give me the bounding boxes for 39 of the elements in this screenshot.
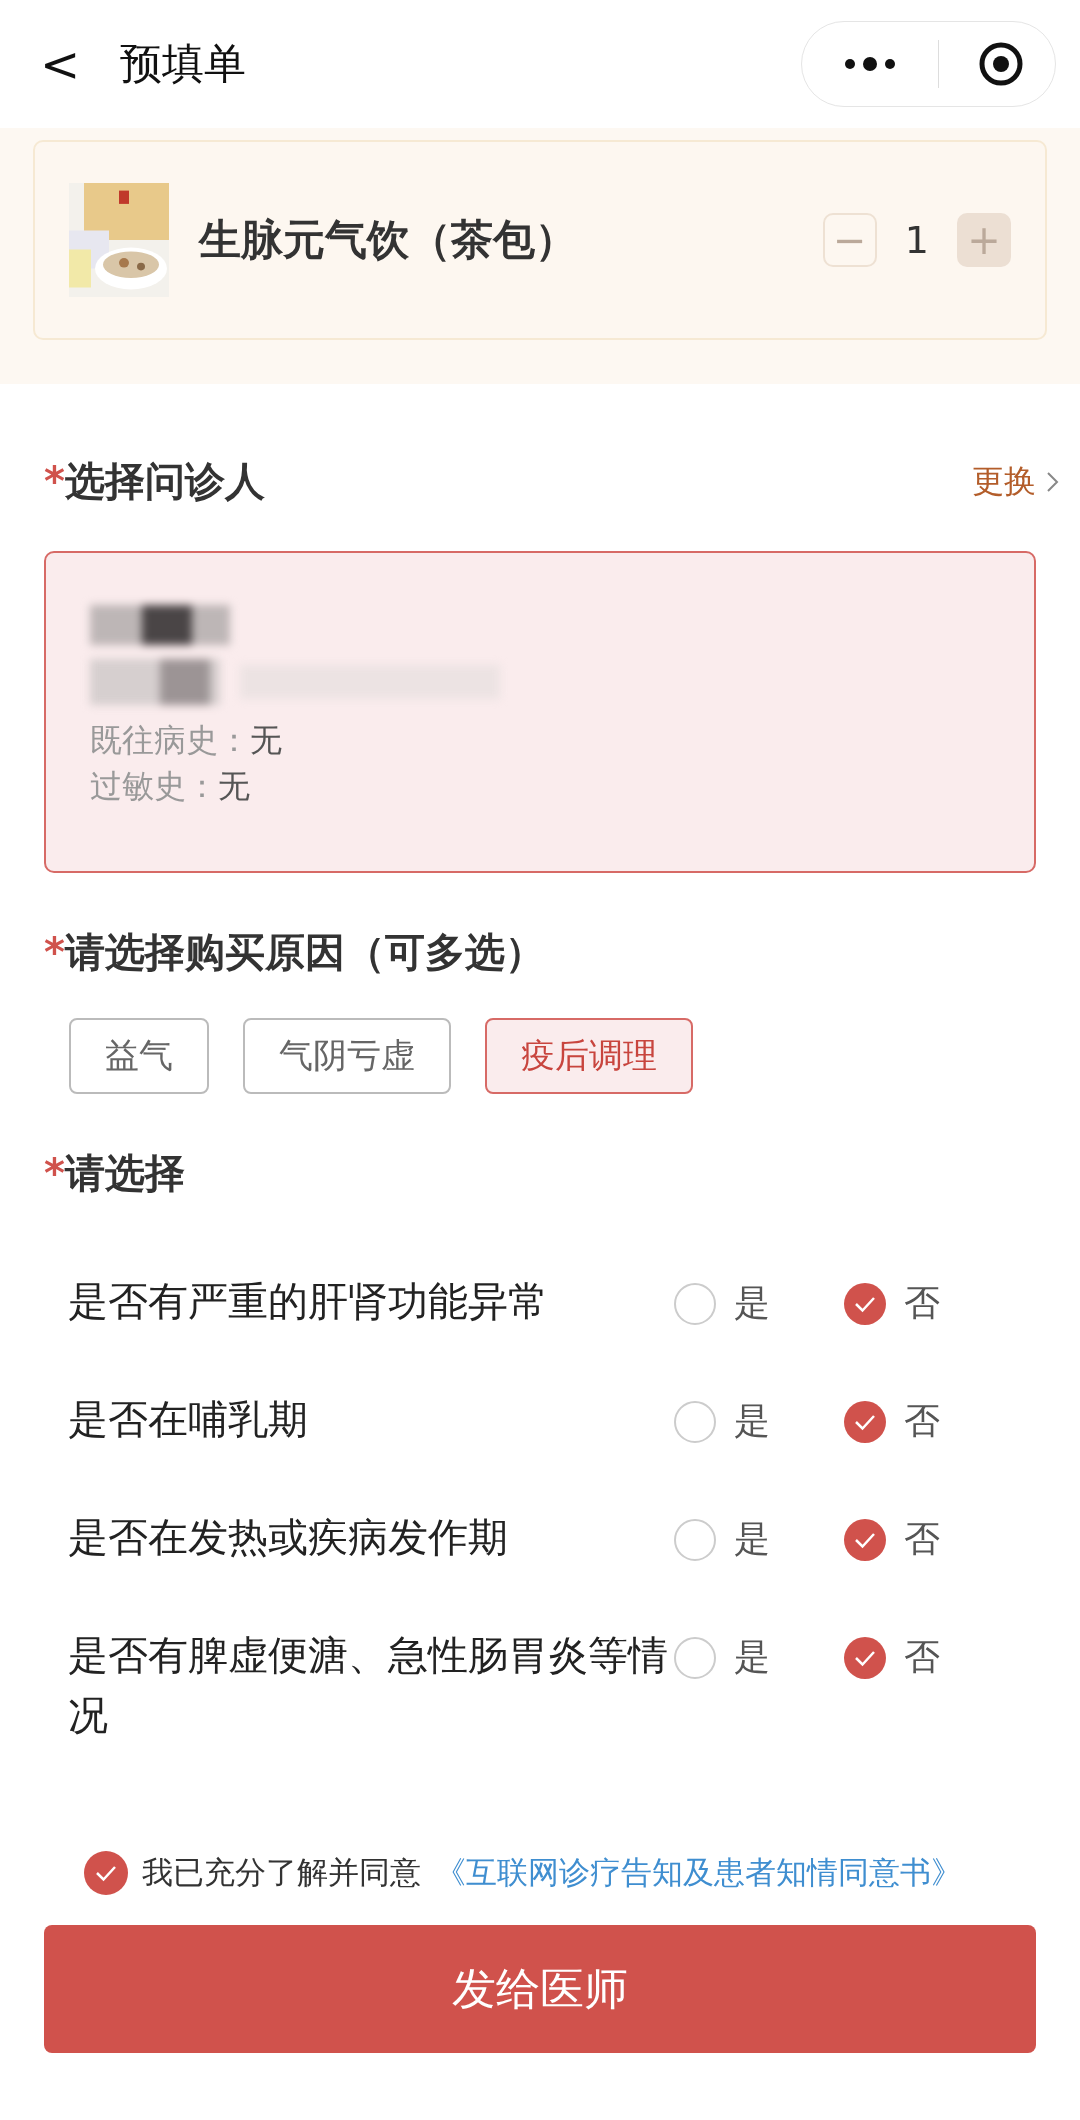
chevron-right-icon xyxy=(1046,470,1060,493)
radio-icon[interactable] xyxy=(674,1518,716,1561)
option-label: 否 xyxy=(904,1635,940,1679)
patient-card[interactable]: 既往病史：无 过敏史：无 xyxy=(44,551,1036,873)
radio-checked-icon[interactable] xyxy=(844,1282,886,1325)
medical-history: 既往病史：无 xyxy=(90,720,283,761)
radio-checked-icon[interactable] xyxy=(844,1518,886,1561)
agreement-link[interactable]: 《互联网诊疗告知及患者知情同意书》 xyxy=(435,1852,962,1894)
radio-checked-icon[interactable] xyxy=(844,1400,886,1443)
option-label: 否 xyxy=(904,1399,940,1443)
option-label: 是 xyxy=(734,1635,770,1679)
change-link[interactable]: 更换 xyxy=(972,459,1060,504)
allergy-history: 过敏史：无 xyxy=(90,766,251,807)
question-text: 是否有严重的肝肾功能异常 xyxy=(68,1277,549,1326)
option-label: 是 xyxy=(734,1399,770,1443)
radio-icon[interactable] xyxy=(674,1400,716,1443)
page-title: 预填单 xyxy=(120,38,247,90)
question-text: 是否在发热或疾病发作期 xyxy=(68,1513,509,1562)
option-label: 是 xyxy=(734,1517,770,1561)
reason-tag[interactable]: 益气 xyxy=(69,1018,209,1094)
option-label: 否 xyxy=(904,1517,940,1561)
radio-checked-icon[interactable] xyxy=(844,1636,886,1679)
question-text: 是否在哺乳期 xyxy=(68,1395,309,1444)
section-title: *选择问诊人 xyxy=(44,457,265,506)
agreement-text: 我已充分了解并同意 xyxy=(142,1853,421,1892)
submit-button[interactable]: 发给医师 xyxy=(44,1925,1036,2053)
radio-icon[interactable] xyxy=(674,1282,716,1325)
radio-icon[interactable] xyxy=(674,1636,716,1679)
quantity-value: 1 xyxy=(904,218,929,262)
option-label: 否 xyxy=(904,1281,940,1325)
question-text: 是否有脾虚便溏、急性肠胃炎等情况 xyxy=(68,1631,669,1740)
reason-tag[interactable]: 气阴亏虚 xyxy=(243,1018,451,1094)
reason-tag[interactable]: 疫后调理 xyxy=(485,1018,693,1094)
section-title: *请选择购买原因（可多选） xyxy=(44,928,545,977)
section-title: *请选择 xyxy=(44,1149,185,1198)
back-button[interactable]: < xyxy=(40,36,120,92)
checkbox-checked-icon[interactable] xyxy=(84,1851,128,1895)
product-name: 生脉元气饮（茶包） xyxy=(199,214,578,266)
option-label: 是 xyxy=(734,1281,770,1325)
